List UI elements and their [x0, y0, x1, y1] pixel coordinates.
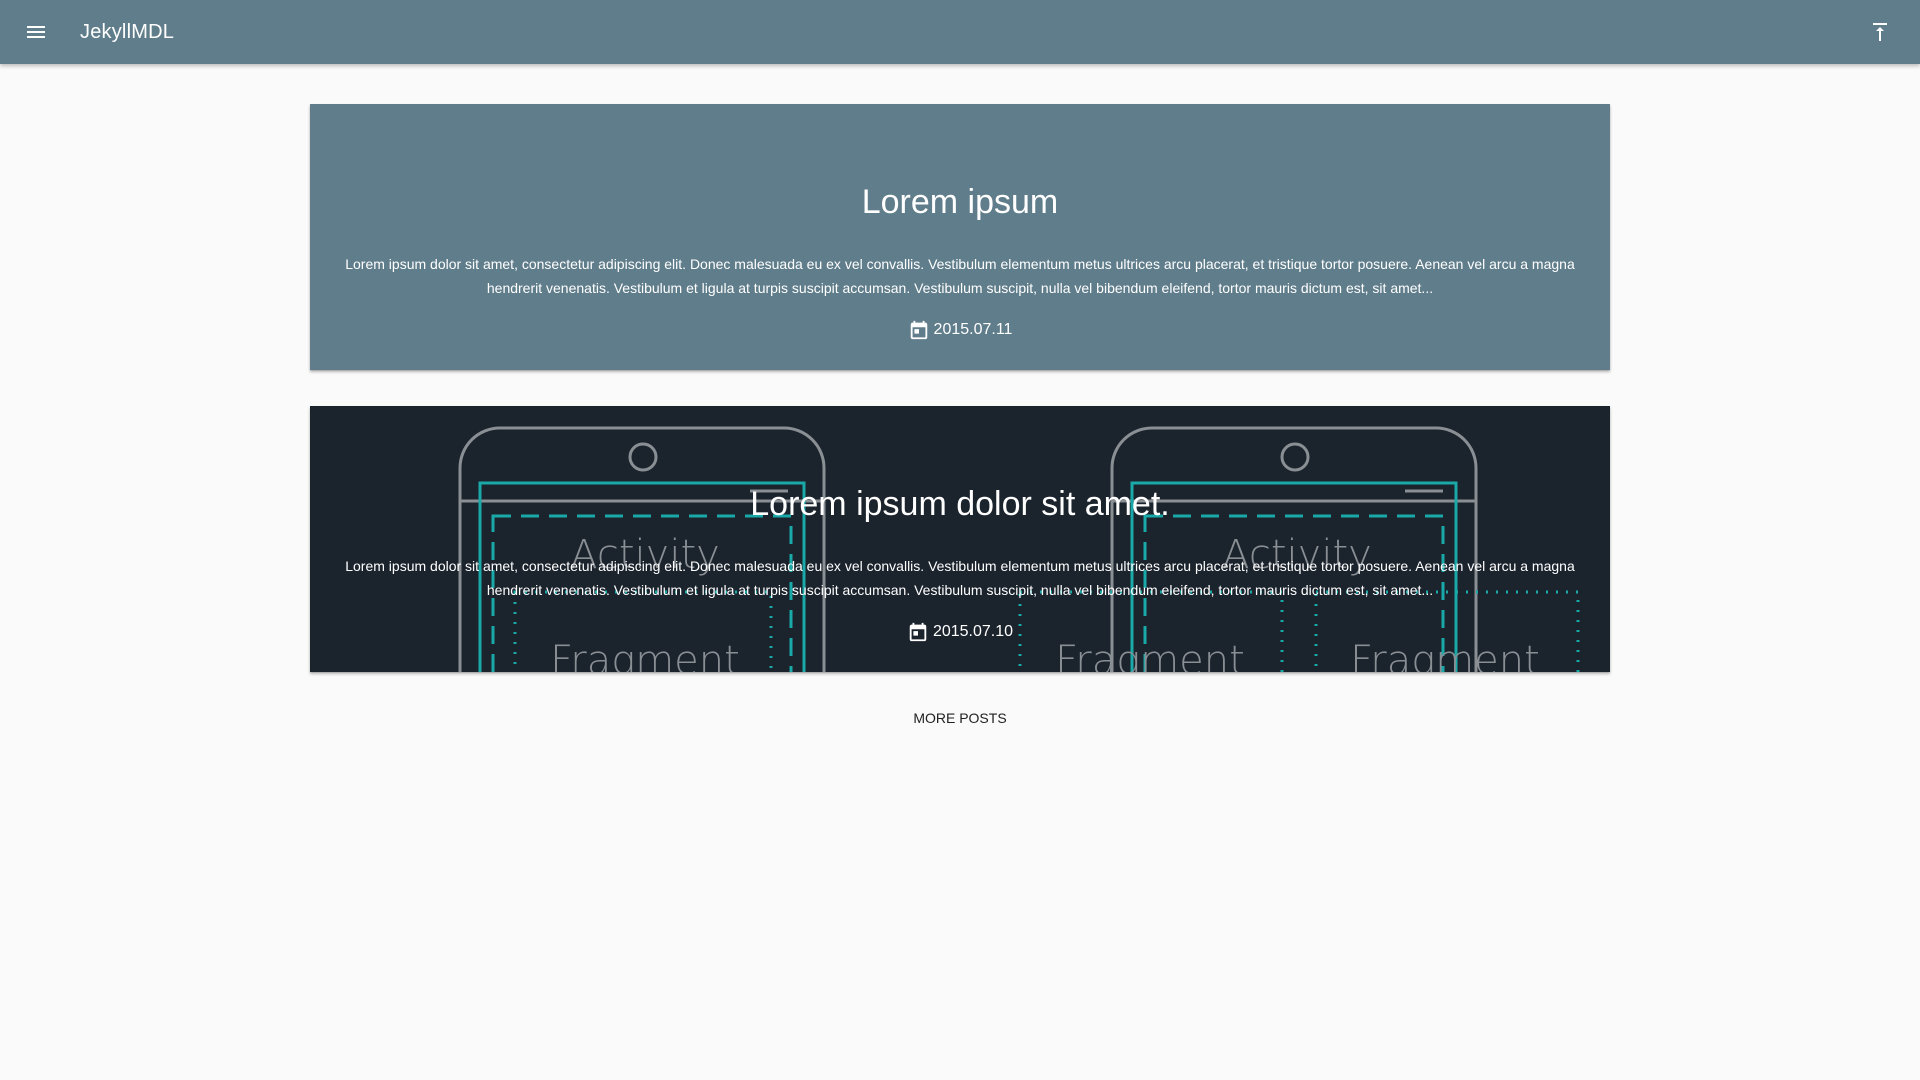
post-title[interactable]: Lorem ipsum — [310, 104, 1610, 222]
post-card[interactable]: Lorem ipsum Lorem ipsum dolor sit amet, … — [310, 104, 1610, 370]
post-excerpt: Lorem ipsum dolor sit amet, consectetur … — [335, 252, 1585, 300]
menu-icon — [27, 26, 45, 38]
post-date-text: 2015.07.10 — [932, 623, 1014, 640]
app-header: JekyllMDL — [0, 0, 1920, 64]
calendar-icon — [908, 319, 930, 341]
post-excerpt-line: Lorem ipsum dolor sit amet, consectetur … — [345, 558, 1575, 574]
post-excerpt-line: hendrerit venenatis. Vestibulum et ligul… — [486, 582, 1434, 598]
menu-button[interactable] — [20, 16, 52, 48]
post-date: 2015.07.10 — [907, 620, 1013, 644]
post-excerpt-line: Lorem ipsum dolor sit amet, consectetur … — [345, 256, 1575, 272]
post-excerpt: Lorem ipsum dolor sit amet, consectetur … — [335, 554, 1585, 602]
calendar-icon — [907, 621, 929, 643]
scroll-top-button[interactable] — [1864, 16, 1896, 48]
post-date-text: 2015.07.11 — [933, 321, 1013, 338]
app-title[interactable]: JekyllMDL — [80, 0, 174, 64]
post-card[interactable]: Activity Fragment Activity Fragment Frag… — [310, 406, 1610, 672]
vertical-align-top-icon — [1873, 23, 1887, 41]
post-excerpt-line: hendrerit venenatis. Vestibulum et ligul… — [486, 280, 1434, 296]
post-title[interactable]: Lorem ipsum dolor sit amet. — [310, 406, 1610, 524]
post-date: 2015.07.11 — [908, 318, 1013, 342]
more-posts-button[interactable]: More posts — [880, 700, 1040, 736]
